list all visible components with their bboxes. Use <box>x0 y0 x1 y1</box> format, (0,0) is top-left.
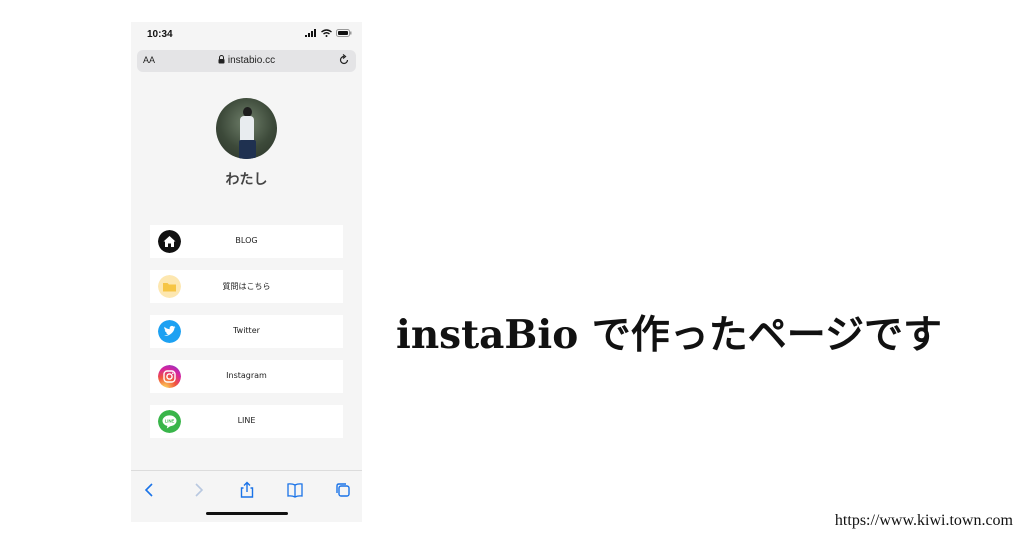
lock-icon <box>218 55 225 64</box>
reload-icon[interactable] <box>338 54 350 66</box>
home-indicator <box>206 512 288 515</box>
url-text: instabio.cc <box>227 55 276 66</box>
bookmarks-icon[interactable] <box>286 481 304 499</box>
signal-icon <box>305 29 316 37</box>
link-button-twitter[interactable]: Twitter <box>150 315 343 348</box>
link-label: LINE <box>237 416 256 425</box>
avatar <box>216 98 277 159</box>
wifi-icon <box>321 29 332 37</box>
tabs-icon[interactable] <box>334 481 352 499</box>
status-icons <box>305 29 352 37</box>
site-url: https://www.kiwi.town.com <box>834 512 1013 529</box>
share-icon[interactable] <box>238 481 256 499</box>
status-time: 10:34 <box>147 29 173 40</box>
headline: instaBio で作ったページです <box>396 312 943 358</box>
profile-name: わたし <box>225 172 268 188</box>
link-label: BLOG <box>235 236 258 245</box>
link-label: Twitter <box>233 326 260 335</box>
link-button-questions[interactable]: 質問はこちら <box>150 270 343 303</box>
battery-icon <box>336 29 352 37</box>
link-button-line[interactable]: LINE LINE <box>150 405 343 438</box>
url-display[interactable]: instabio.cc <box>137 55 356 66</box>
back-icon[interactable] <box>141 481 159 499</box>
link-button-instagram[interactable]: Instagram <box>150 360 343 393</box>
link-label: 質問はこちら <box>222 282 271 291</box>
phone-screenshot: 10:34 AA instabio.cc わたし BLOG 質問はこちら Twi… <box>131 22 362 522</box>
status-bar: 10:34 <box>131 22 362 48</box>
address-bar[interactable]: AA instabio.cc <box>137 50 356 72</box>
link-label: Instagram <box>226 371 267 380</box>
link-button-blog[interactable]: BLOG <box>150 225 343 258</box>
forward-icon[interactable] <box>189 481 207 499</box>
